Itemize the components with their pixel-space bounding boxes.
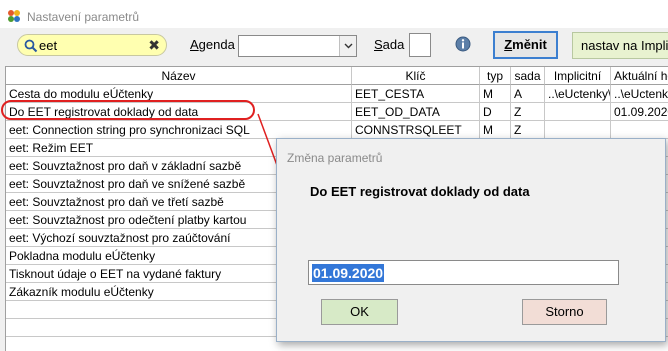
dialog-title: Změna parametrů — [287, 151, 383, 165]
date-value[interactable]: 01.09.2020 — [312, 264, 385, 282]
change-parameter-dialog: Změna parametrů Do EET registrovat dokla… — [276, 138, 666, 342]
date-field[interactable]: 01.09.2020 — [308, 260, 619, 285]
ok-button[interactable]: OK — [321, 299, 398, 325]
cancel-button[interactable]: Storno — [522, 299, 607, 325]
dialog-prompt: Do EET registrovat doklady od data — [310, 184, 530, 199]
